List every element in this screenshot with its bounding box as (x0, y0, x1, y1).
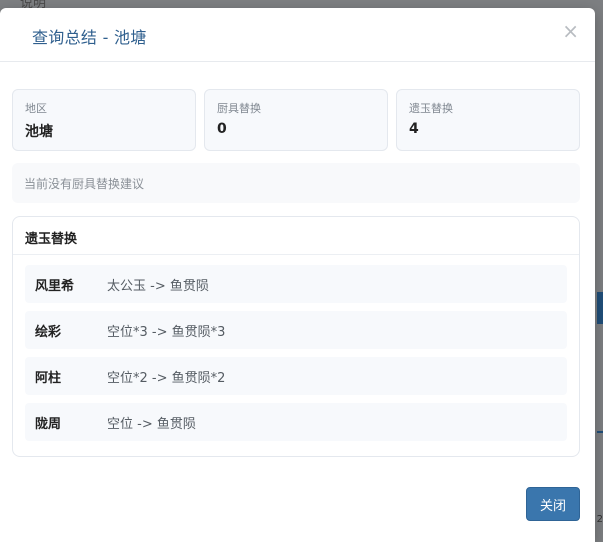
stat-card-cookware-replace: 厨具替换 0 (204, 89, 388, 151)
list-item: 阿柱 空位*2 -> 鱼贯陨*2 (25, 357, 567, 395)
close-icon[interactable]: × (562, 21, 579, 41)
close-button[interactable]: 关闭 (526, 487, 580, 521)
modal-title: 查询总结 - 池塘 (32, 28, 147, 47)
stat-value: 4 (409, 121, 419, 137)
no-cookware-note: 当前没有厨具替换建议 (12, 163, 580, 203)
stat-card-region: 地区 池塘 (12, 89, 196, 151)
list-item: 陇周 空位 -> 鱼贯陨 (25, 403, 567, 441)
replace-detail: 太公玉 -> 鱼贯陨 (107, 278, 209, 294)
relic-replace-panel: 遗玉替换 风里希 太公玉 -> 鱼贯陨 绘彩 空位*3 -> 鱼贯陨*3 阿柱 … (12, 216, 580, 457)
background-page-text-right: 2 (596, 514, 603, 525)
replace-detail: 空位*3 -> 鱼贯陨*3 (107, 324, 226, 340)
stat-value: 池塘 (25, 124, 53, 140)
panel-title: 遗玉替换 (13, 217, 579, 255)
stat-label: 遗玉替换 (409, 102, 453, 115)
stats-row: 地区 池塘 厨具替换 0 遗玉替换 4 (12, 89, 580, 151)
chef-name: 阿柱 (35, 370, 62, 386)
background-blue-bar (597, 292, 603, 324)
list-item: 风里希 太公玉 -> 鱼贯陨 (25, 265, 567, 303)
stat-value: 0 (217, 121, 227, 137)
replace-list: 风里希 太公玉 -> 鱼贯陨 绘彩 空位*3 -> 鱼贯陨*3 阿柱 空位*2 … (13, 255, 579, 441)
background-blue-line (597, 431, 603, 433)
replace-detail: 空位*2 -> 鱼贯陨*2 (107, 370, 226, 386)
stat-label: 地区 (25, 102, 47, 115)
stat-card-relic-replace: 遗玉替换 4 (396, 89, 580, 151)
chef-name: 陇周 (35, 416, 62, 432)
modal-header: 查询总结 - 池塘 × (0, 8, 595, 62)
chef-name: 绘彩 (35, 324, 62, 340)
stat-label: 厨具替换 (217, 102, 261, 115)
chef-name: 风里希 (35, 278, 75, 294)
list-item: 绘彩 空位*3 -> 鱼贯陨*3 (25, 311, 567, 349)
replace-detail: 空位 -> 鱼贯陨 (107, 416, 196, 432)
